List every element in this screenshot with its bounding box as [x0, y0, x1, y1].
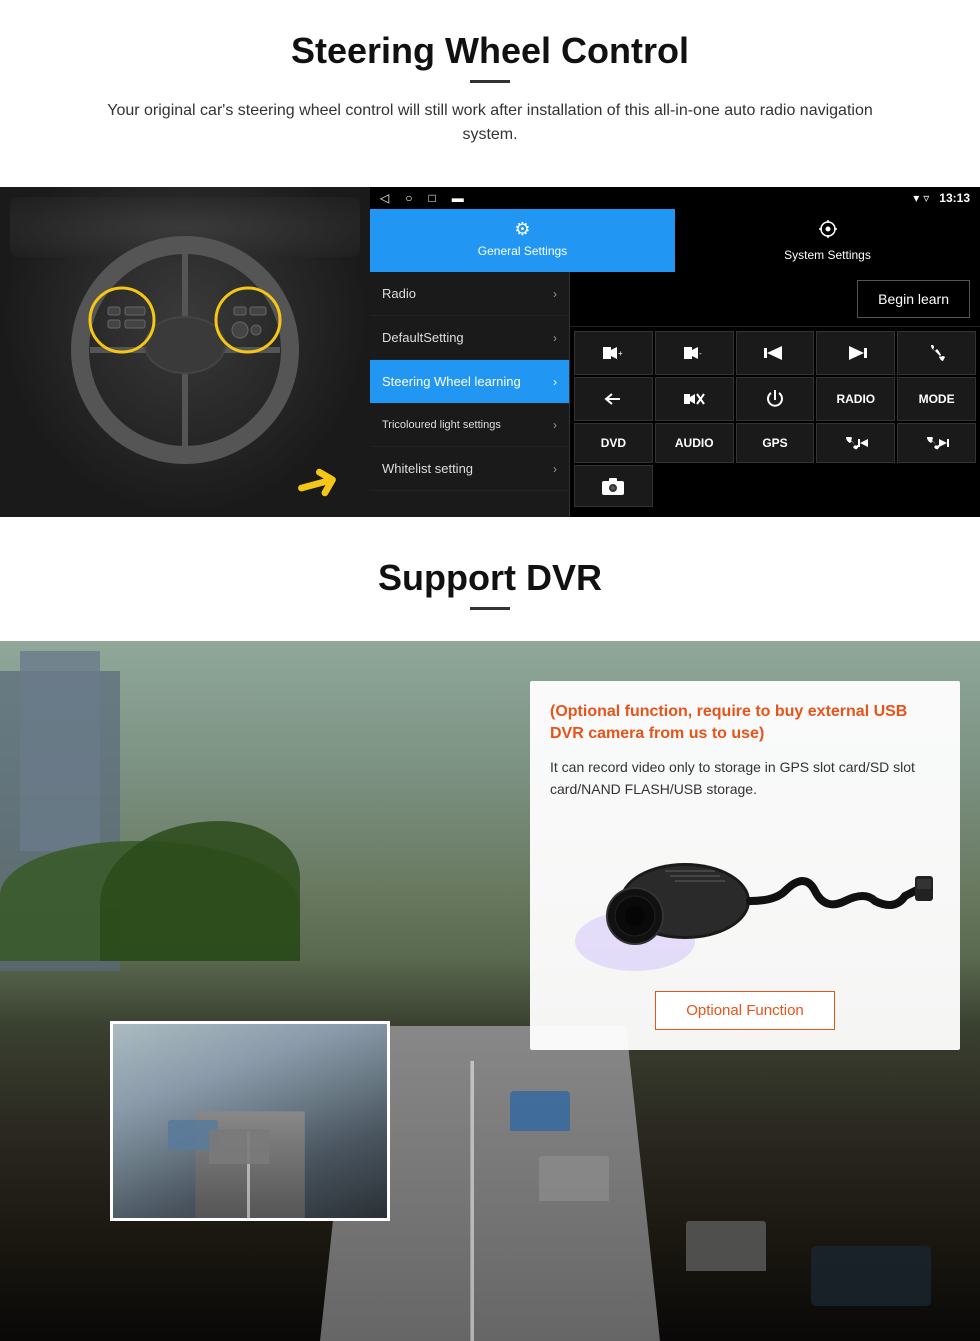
- tab-general-label: General Settings: [478, 244, 567, 258]
- gear-icon: ⚙: [514, 219, 530, 240]
- ctrl-back[interactable]: [574, 377, 653, 421]
- chevron-right-icon: ›: [553, 462, 557, 476]
- page-title: Steering Wheel Control: [40, 30, 940, 72]
- ctrl-audio[interactable]: AUDIO: [655, 423, 734, 463]
- dvr-optional-text: (Optional function, require to buy exter…: [550, 701, 940, 746]
- status-bar: ◁ ○ □ ▬ ▾ ▿ 13:13: [370, 187, 980, 209]
- ctrl-dvd[interactable]: DVD: [574, 423, 653, 463]
- title-divider: [470, 80, 510, 83]
- ctrl-phone-prev[interactable]: [816, 423, 895, 463]
- steering-composite: ➜ ◁ ○ □ ▬ ▾ ▿ 13:13 ⚙ General Settings: [0, 187, 980, 517]
- tab-system-label: System Settings: [784, 248, 871, 262]
- settings-menu-list: Radio › DefaultSetting › Steering Wheel …: [370, 272, 570, 517]
- ctrl-vol-up[interactable]: +: [574, 331, 653, 375]
- menu-item-radio[interactable]: Radio ›: [370, 272, 569, 316]
- begin-learn-button[interactable]: Begin learn: [857, 280, 970, 318]
- tab-row: ⚙ General Settings System Settings: [370, 209, 980, 272]
- steering-subtitle: Your original car's steering wheel contr…: [90, 99, 890, 147]
- dvr-info-box: (Optional function, require to buy exter…: [530, 681, 960, 1050]
- tab-general-settings[interactable]: ⚙ General Settings: [370, 209, 675, 272]
- signal-icon: ▾: [913, 191, 919, 205]
- ctrl-mode[interactable]: MODE: [897, 377, 976, 421]
- menu-item-whitelist[interactable]: Whitelist setting ›: [370, 447, 569, 491]
- menu-item-tricoloured[interactable]: Tricoloured light settings ›: [370, 404, 569, 447]
- wifi-icon: ▿: [923, 191, 929, 205]
- menu-item-steering-wheel[interactable]: Steering Wheel learning ›: [370, 360, 569, 404]
- optional-function-button[interactable]: Optional Function: [655, 991, 835, 1030]
- ctrl-next[interactable]: [816, 331, 895, 375]
- begin-learn-row: Begin learn: [570, 272, 980, 327]
- steering-wheel-svg: [70, 235, 300, 465]
- dvr-header: Support DVR: [0, 527, 980, 641]
- nav-home-icon[interactable]: ○: [405, 191, 412, 205]
- ctrl-mute[interactable]: [655, 377, 734, 421]
- chevron-right-icon: ›: [553, 287, 557, 301]
- system-icon: [818, 219, 838, 244]
- dvr-title-divider: [470, 607, 510, 610]
- nav-back-icon[interactable]: ◁: [380, 191, 389, 205]
- menu-item-default-setting[interactable]: DefaultSetting ›: [370, 316, 569, 360]
- ctrl-gps[interactable]: GPS: [736, 423, 815, 463]
- menu-and-controls: Radio › DefaultSetting › Steering Wheel …: [370, 272, 980, 517]
- nav-menu-icon[interactable]: ▬: [452, 191, 464, 205]
- tab-system-settings[interactable]: System Settings: [675, 209, 980, 272]
- controls-area: Begin learn +: [570, 272, 980, 517]
- dvr-preview-image: [110, 1021, 390, 1221]
- chevron-right-icon: ›: [553, 331, 557, 345]
- svg-text:+: +: [618, 349, 623, 358]
- status-time: 13:13: [939, 191, 970, 205]
- nav-recents-icon[interactable]: □: [428, 191, 435, 205]
- android-ui-panel: ◁ ○ □ ▬ ▾ ▿ 13:13 ⚙ General Settings: [370, 187, 980, 517]
- controls-grid: + -: [570, 327, 980, 511]
- steering-wheel-image: ➜: [0, 187, 370, 517]
- ctrl-vol-down[interactable]: -: [655, 331, 734, 375]
- arrow-icon: ➜: [288, 449, 347, 514]
- dvr-section: Support DVR: [0, 527, 980, 1341]
- steering-section: Steering Wheel Control Your original car…: [0, 0, 980, 187]
- ctrl-phone[interactable]: [897, 331, 976, 375]
- ctrl-camera[interactable]: [574, 465, 653, 507]
- dvr-background-image: (Optional function, require to buy exter…: [0, 641, 980, 1341]
- svg-text:-: -: [699, 349, 702, 358]
- ctrl-radio[interactable]: RADIO: [816, 377, 895, 421]
- dvr-camera-svg: [555, 821, 935, 971]
- dvr-description: It can record video only to storage in G…: [550, 756, 940, 801]
- ctrl-power[interactable]: [736, 377, 815, 421]
- chevron-right-icon: ›: [553, 418, 557, 432]
- dvr-camera-image: [550, 816, 940, 976]
- ctrl-prev[interactable]: [736, 331, 815, 375]
- steering-wheel-bg: ➜: [0, 187, 370, 517]
- dvr-title: Support DVR: [40, 557, 940, 599]
- chevron-right-icon: ›: [553, 375, 557, 389]
- ctrl-phone-next[interactable]: [897, 423, 976, 463]
